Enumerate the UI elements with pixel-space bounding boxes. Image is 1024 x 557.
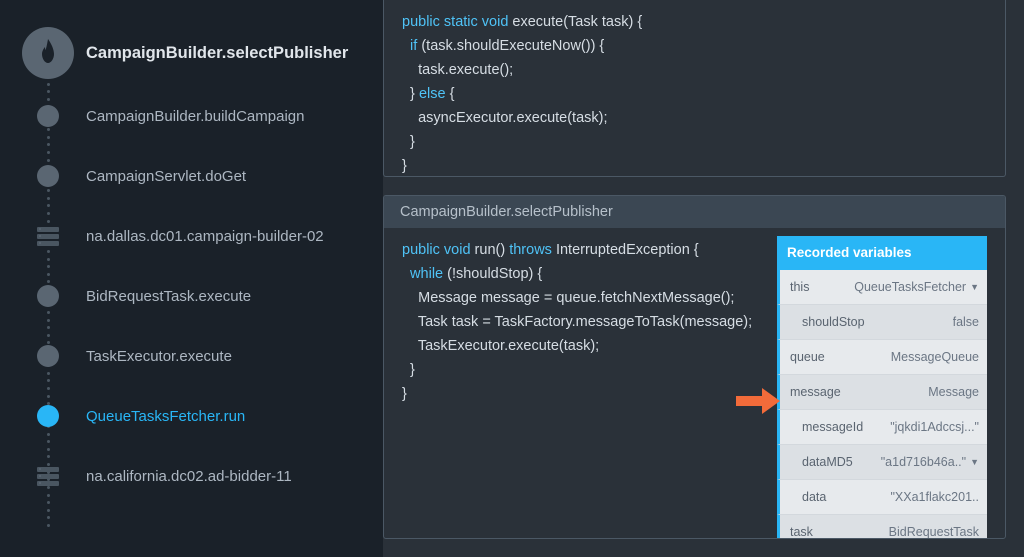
variable-row[interactable]: message Message <box>777 375 987 410</box>
call-stack-sidebar: CampaignBuilder.selectPublisher Campaign… <box>0 0 383 557</box>
server-icon <box>37 465 59 487</box>
dot-icon <box>37 105 59 127</box>
variables-header: Recorded variables <box>777 236 987 270</box>
stack-item-label: BidRequestTask.execute <box>74 288 251 305</box>
stack-item-label: na.california.dc02.ad-bidder-11 <box>74 468 292 485</box>
var-name: shouldStop <box>790 310 953 334</box>
panel-header: CampaignBuilder.selectPublisher <box>384 196 1005 228</box>
var-name: message <box>790 380 928 404</box>
code-text: public static void execute(Task task) { … <box>402 10 987 177</box>
stack-item-server-dallas[interactable]: na.dallas.dc01.campaign-builder-02 <box>22 206 369 266</box>
dot-icon <box>37 285 59 307</box>
variable-row[interactable]: data "XXa1flakc201.. <box>777 480 987 515</box>
variable-row[interactable]: queue MessageQueue <box>777 340 987 375</box>
top-code-panel: public static void execute(Task task) { … <box>383 0 1006 177</box>
var-value: BidRequestTask <box>889 520 979 539</box>
var-value: MessageQueue <box>891 345 979 369</box>
stack-item-doget[interactable]: CampaignServlet.doGet <box>22 146 369 206</box>
var-name: task <box>790 520 889 539</box>
stack-item-queuetasksfetcher-run[interactable]: QueueTasksFetcher.run <box>22 386 369 446</box>
flame-icon <box>22 27 74 79</box>
dot-icon <box>37 165 59 187</box>
main-content: public static void execute(Task task) { … <box>383 0 1024 557</box>
panel-title: CampaignBuilder.selectPublisher <box>400 204 613 220</box>
var-name: messageId <box>790 415 890 439</box>
stack-title-label: CampaignBuilder.selectPublisher <box>74 44 348 63</box>
code-body: public void run() throws InterruptedExce… <box>384 228 1005 539</box>
stack-item-taskexecutor-execute[interactable]: TaskExecutor.execute <box>22 326 369 386</box>
code-text: public void run() throws InterruptedExce… <box>402 238 771 539</box>
var-value: "jqkdi1Adccsj..." <box>890 415 979 439</box>
chevron-down-icon[interactable]: ▼ <box>970 450 979 474</box>
var-name: data <box>790 485 890 509</box>
variable-row[interactable]: dataMD5 "a1d716b46a.." ▼ <box>777 445 987 480</box>
stack-item-build-campaign[interactable]: CampaignBuilder.buildCampaign <box>22 86 369 146</box>
variable-row[interactable]: task BidRequestTask <box>777 515 987 539</box>
pointer-arrow <box>736 388 780 414</box>
var-name: dataMD5 <box>790 450 881 474</box>
stack-item-label: CampaignBuilder.buildCampaign <box>74 108 304 125</box>
stack-item-label: TaskExecutor.execute <box>74 348 232 365</box>
bottom-code-panel: CampaignBuilder.selectPublisher public v… <box>383 195 1006 539</box>
code-body: public static void execute(Task task) { … <box>384 0 1005 177</box>
dot-icon <box>37 405 59 427</box>
var-value: false <box>953 310 979 334</box>
var-name: queue <box>790 345 891 369</box>
var-value: "a1d716b46a.." <box>881 450 966 474</box>
stack-title-item[interactable]: CampaignBuilder.selectPublisher <box>22 20 369 86</box>
stack-item-label: QueueTasksFetcher.run <box>74 408 245 425</box>
variable-row[interactable]: shouldStop false <box>777 305 987 340</box>
stack-item-label: CampaignServlet.doGet <box>74 168 246 185</box>
chevron-down-icon[interactable]: ▼ <box>970 275 979 299</box>
var-value: QueueTasksFetcher <box>854 275 966 299</box>
variables-panel: Recorded variables this QueueTasksFetche… <box>777 236 987 539</box>
var-value: "XXa1flakc201.. <box>890 485 979 509</box>
dot-icon <box>37 345 59 367</box>
variable-row[interactable]: this QueueTasksFetcher ▼ <box>777 270 987 305</box>
var-value: Message <box>928 380 979 404</box>
var-name: this <box>790 275 854 299</box>
variable-row[interactable]: messageId "jqkdi1Adccsj..." <box>777 410 987 445</box>
stack-item-server-california[interactable]: na.california.dc02.ad-bidder-11 <box>22 446 369 506</box>
server-icon <box>37 225 59 247</box>
stack-item-bidrequest-execute[interactable]: BidRequestTask.execute <box>22 266 369 326</box>
stack-item-label: na.dallas.dc01.campaign-builder-02 <box>74 228 324 245</box>
